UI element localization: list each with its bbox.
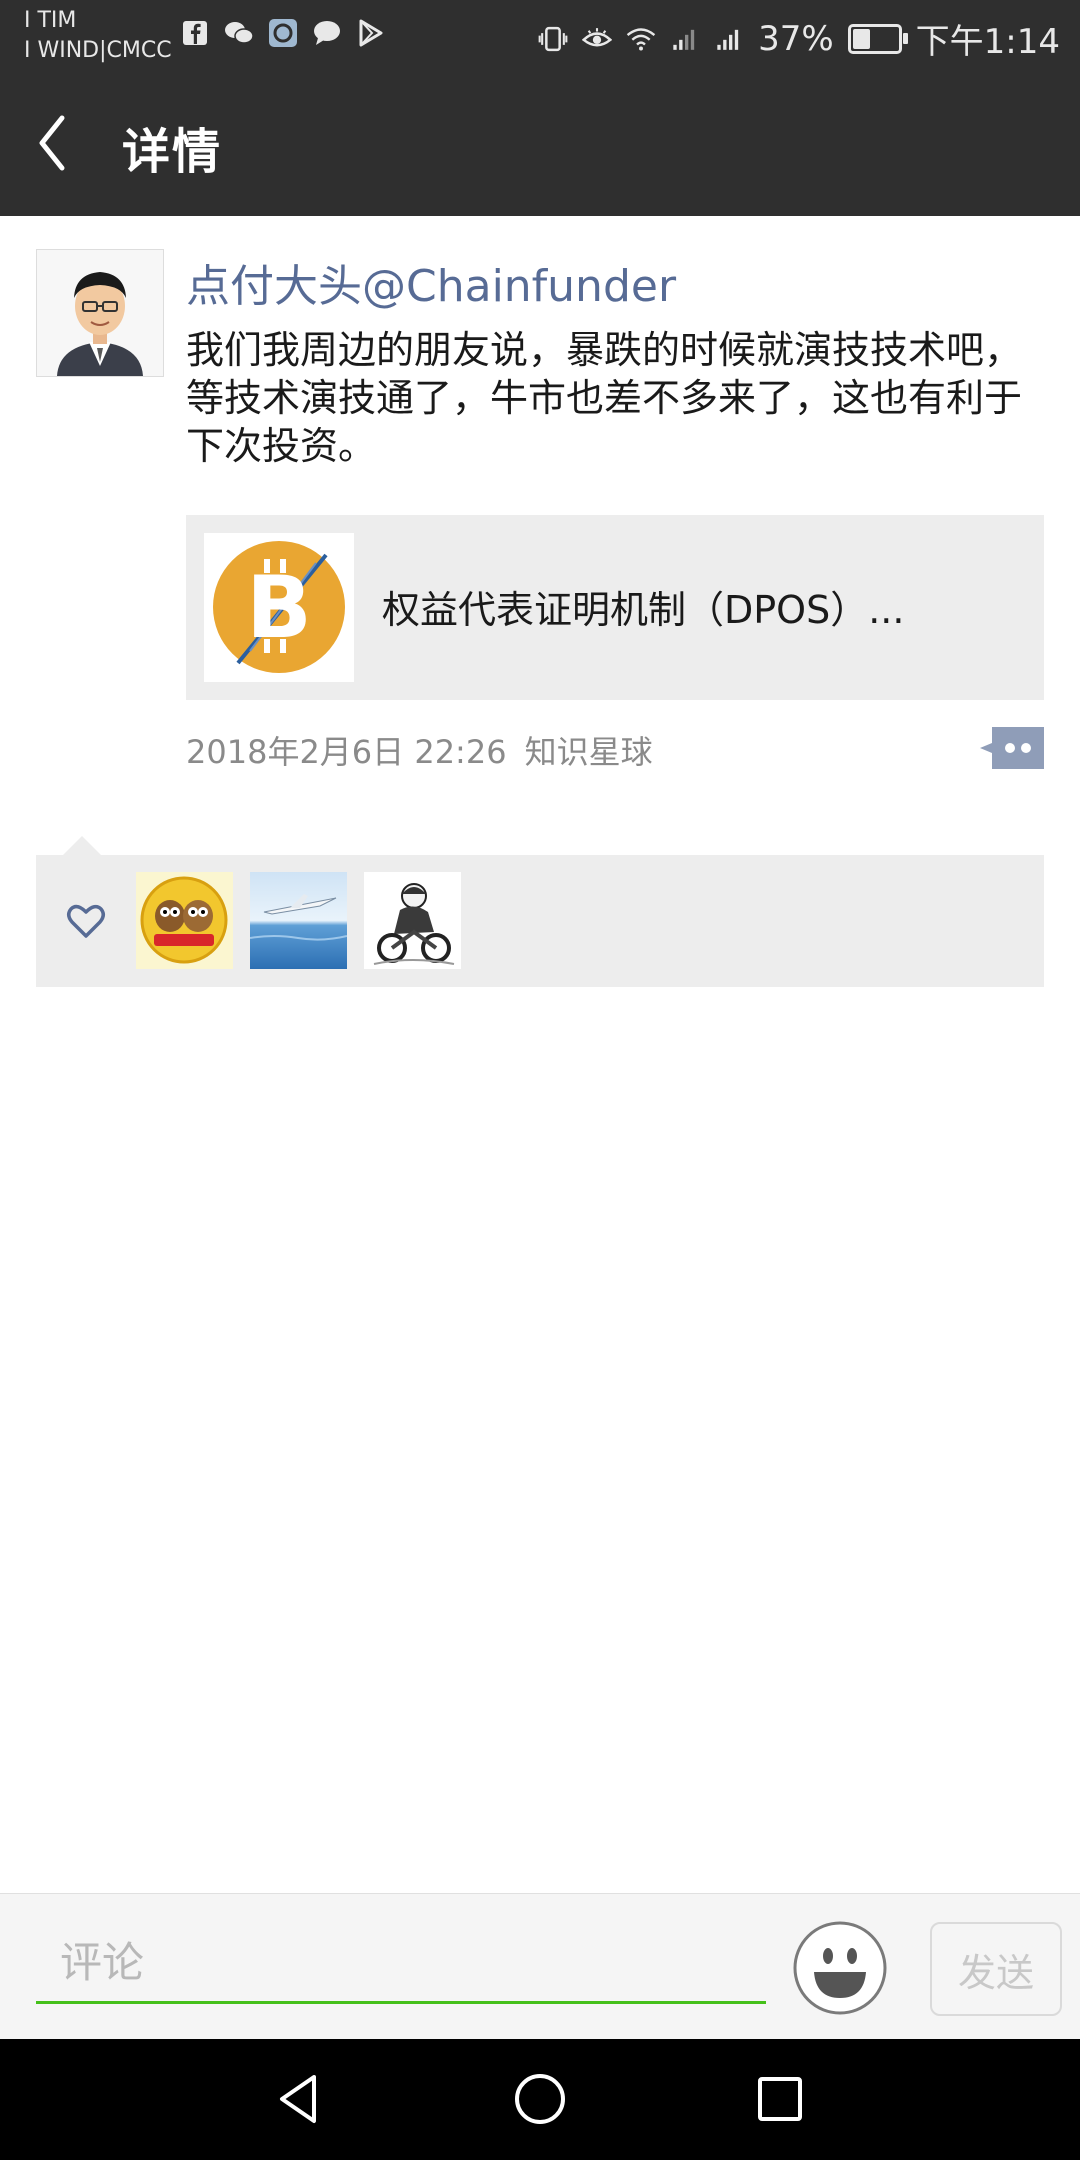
page-title: 详情	[122, 124, 223, 180]
shared-link-card[interactable]: B 权益代表证明机制（DPOS）...	[186, 515, 1044, 700]
nav-back-button[interactable]	[270, 2069, 330, 2129]
signal-sim1-icon	[670, 24, 700, 54]
post-time: 2018年2月6日 22:26	[186, 733, 507, 771]
navigation-bar	[0, 2039, 1080, 2160]
likes-pointer	[62, 836, 102, 856]
send-button[interactable]: 发送	[930, 1922, 1062, 2016]
heart-icon	[66, 901, 106, 941]
more-dots-icon	[980, 727, 1044, 769]
link-title: 权益代表证明机制（DPOS）...	[382, 588, 905, 632]
play-store-icon	[356, 18, 386, 48]
nav-recents-button[interactable]	[750, 2069, 810, 2129]
liker-avatar-motorcycle-rider[interactable]	[364, 872, 461, 969]
status-bar: I TIM I WIND|CMCC 37% 下午1:14	[0, 0, 1080, 70]
battery-icon	[847, 23, 908, 54]
emoji-button[interactable]	[792, 1920, 888, 2016]
carrier-line-2: I WIND|CMCC	[24, 38, 172, 63]
back-arrow-icon	[39, 115, 65, 171]
facebook-icon	[180, 18, 210, 48]
bitcoin-logo-icon: B	[204, 533, 354, 682]
vibrate-icon	[538, 24, 568, 54]
message-icon	[312, 18, 342, 48]
comment-bar: 发送	[0, 1893, 1080, 2040]
author-name[interactable]: 点付大头@Chainfunder	[186, 250, 676, 314]
liker-avatar-airplane-sea[interactable]	[250, 872, 347, 969]
signal-sim2-icon	[714, 24, 744, 54]
system-status: 37% 下午1:14	[538, 14, 1060, 63]
screen: I TIM I WIND|CMCC 37% 下午1:14 详情 点付大头@Cha…	[0, 0, 1080, 2160]
smiley-icon	[793, 1921, 887, 2015]
triangle-back-icon	[280, 2075, 316, 2123]
title-bar: 详情	[0, 70, 1080, 216]
comment-input[interactable]	[36, 1924, 766, 2004]
back-button[interactable]	[30, 110, 90, 176]
carrier-line-1: I TIM	[24, 8, 77, 33]
eye-comfort-icon	[582, 24, 613, 54]
browser-app-icon	[268, 18, 298, 48]
carrier-info: I TIM I WIND|CMCC	[24, 6, 172, 66]
author-avatar[interactable]	[36, 249, 164, 377]
post-text: 我们我周边的朋友说，暴跌的时候就演技技术吧，等技术演技通了，牛市也差不多来了，这…	[186, 328, 1023, 468]
likes-panel	[36, 855, 1044, 987]
notification-icons	[180, 18, 386, 48]
clock: 下午1:14	[915, 22, 1060, 62]
liker-avatar-owl-couple[interactable]	[136, 872, 233, 969]
svg-text:B: B	[246, 558, 312, 658]
nav-home-button[interactable]	[510, 2069, 570, 2129]
wechat-icon	[224, 18, 254, 48]
battery-level	[852, 28, 871, 49]
post-meta: 2018年2月6日 22:26 知识星球	[186, 727, 653, 773]
battery-percent: 37%	[758, 18, 834, 59]
link-thumbnail: B	[204, 533, 354, 682]
wifi-icon	[626, 24, 656, 54]
more-actions-button[interactable]	[980, 727, 1044, 769]
circle-home-icon	[515, 2074, 565, 2124]
square-recents-icon	[758, 2077, 802, 2121]
post-source[interactable]: 知识星球	[525, 733, 653, 771]
